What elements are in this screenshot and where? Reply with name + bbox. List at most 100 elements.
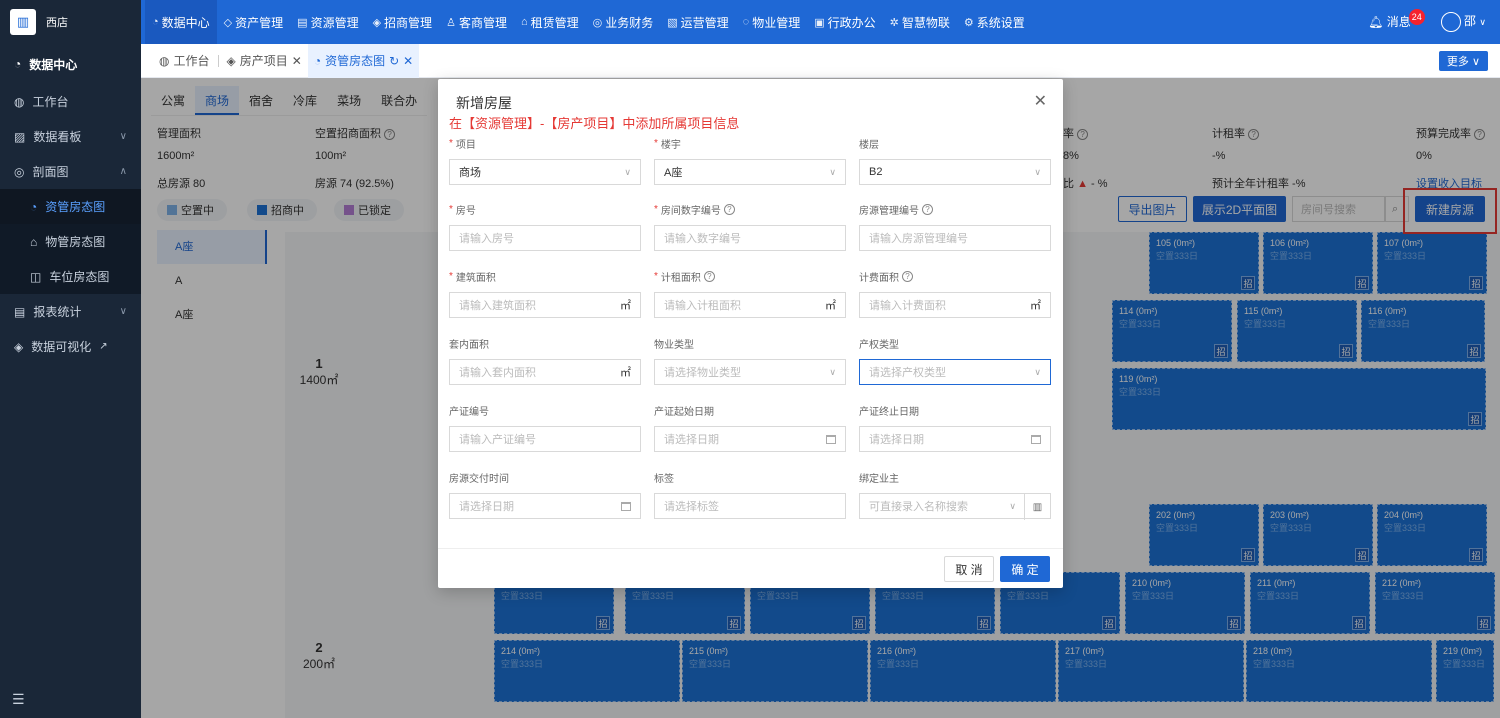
sidebar-item-parking-map[interactable]: ◫ 车位房态图: [0, 259, 141, 294]
more-tabs-button[interactable]: 更多 ∨: [1438, 50, 1488, 71]
nav-item[interactable]: ◔ 数据中心: [145, 0, 217, 44]
delivery-field: 房源交付时间 请选择日期: [449, 469, 641, 519]
inner-area-input[interactable]: 请输入套内面积 ㎡: [449, 359, 641, 385]
parking-icon: ◫: [30, 269, 42, 284]
field-label: 产权类型: [859, 339, 899, 351]
close-icon[interactable]: ✕: [1034, 91, 1047, 111]
sidebar-item-workbench[interactable]: ◍ 工作台: [0, 84, 141, 119]
user-menu[interactable]: 邵 ∨: [1440, 12, 1486, 32]
layers-icon: ◈: [226, 53, 236, 68]
nav-item[interactable]: ⌂ 租赁管理: [514, 0, 586, 44]
inner-area-field: 套内面积 请输入套内面积 ㎡: [449, 335, 641, 385]
help-icon[interactable]: ?: [723, 203, 735, 215]
property-type-field: 物业类型 请选择物业类型 ∨: [654, 335, 846, 385]
sidebar-item-dashboard[interactable]: ▨ 数据看板 ∨: [0, 119, 141, 154]
tab-property-project[interactable]: ◈ 房产项目 ✕: [221, 44, 308, 78]
placeholder: 请输入套内面积: [459, 367, 536, 379]
cert-end-date-picker[interactable]: 请选择日期: [859, 426, 1051, 452]
help-icon[interactable]: ?: [922, 203, 933, 215]
field-label: 计租面积: [660, 272, 701, 284]
close-icon[interactable]: ✕: [403, 54, 413, 68]
cancel-button[interactable]: 取 消: [944, 556, 994, 582]
sidebar-item-visualization[interactable]: ◈ 数据可视化 ↗: [0, 329, 141, 364]
field-label: 套内面积: [449, 339, 489, 351]
workbench-icon: ◍: [14, 94, 25, 109]
project-select[interactable]: 商场 ∨: [449, 159, 641, 185]
nav-label: 运营管理: [680, 15, 729, 30]
collapse-menu-icon[interactable]: ☰: [12, 691, 25, 708]
tags-field: 标签 请选择标签: [654, 469, 846, 519]
unit-suffix: ㎡: [620, 367, 631, 379]
room-digit-input[interactable]: 请输入数字编号: [654, 225, 846, 251]
nav-item[interactable]: ▧ 运营管理: [660, 0, 735, 44]
sidebar-header-data-center[interactable]: ◔ 数据中心: [0, 44, 141, 84]
select-value: B2: [869, 166, 883, 178]
nav-icon: ▤: [297, 16, 308, 29]
nav-icon: ✲: [889, 16, 899, 29]
owner-select[interactable]: 可直接录入名称搜索 ∨ ▥: [859, 493, 1051, 520]
mgmt-no-input[interactable]: 请输入房源管理编号: [859, 225, 1051, 251]
contacts-icon[interactable]: ▥: [1024, 494, 1050, 520]
tab-asset-room-map[interactable]: ◔ 资管房态图 ↻ ✕: [307, 43, 420, 78]
close-icon[interactable]: ✕: [292, 54, 302, 68]
room-no-input[interactable]: 请输入房号: [449, 225, 641, 251]
sidebar-item-section-view[interactable]: ◎ 剖面图 ∧: [0, 154, 141, 189]
sidebar-header-label: 数据中心: [29, 57, 78, 72]
fee-area-input[interactable]: 请输入计费面积 ㎡: [859, 292, 1051, 318]
build-area-input[interactable]: 请输入建筑面积 ㎡: [449, 292, 641, 318]
nav-item[interactable]: ⚙ 系统设置: [957, 0, 1032, 44]
sidebar-item-asset-room-map[interactable]: ◔ 资管房态图: [0, 189, 141, 224]
cert-start-date-picker[interactable]: 请选择日期: [654, 426, 846, 452]
nav-label: 物业管理: [752, 15, 801, 30]
chevron-down-icon: ∨: [119, 306, 127, 317]
title-type-select[interactable]: 请选择产权类型 ∨: [859, 359, 1051, 385]
nav-item[interactable]: ▣ 行政办公: [807, 0, 882, 44]
sidebar-item-reports[interactable]: ▤ 报表统计 ∨: [0, 294, 141, 329]
help-icon[interactable]: ?: [703, 270, 715, 282]
dashboard-icon: ▨: [14, 129, 26, 144]
tab-workbench[interactable]: ◍ 工作台: [153, 44, 216, 78]
cert-no-input[interactable]: 请输入产证编号: [449, 426, 641, 452]
refresh-icon[interactable]: ↻: [389, 54, 399, 68]
dialog-footer-divider: [438, 548, 1063, 549]
delivery-date-picker[interactable]: 请选择日期: [449, 493, 641, 519]
sidebar-item-label: 剖面图: [32, 165, 69, 179]
tags-select[interactable]: 请选择标签: [654, 493, 846, 519]
unit-suffix: ㎡: [1030, 300, 1041, 312]
placeholder: 请输入房号: [459, 233, 514, 245]
app-logo[interactable]: ▥ 西店: [0, 0, 141, 44]
nav-label: 行政办公: [827, 15, 876, 30]
placeholder: 可直接录入名称搜索: [869, 501, 968, 513]
top-nav-menu: ◔ 数据中心 ◇ 资产管理 ▤ 资源管理 ◈ 招商管理 ♙ 客商管理 ⌂ 租赁管理 ◎ 业务财务 ▧ 运营管理…: [141, 0, 1032, 44]
floor-select[interactable]: B2 ∨: [859, 159, 1051, 185]
nav-icon: ◇: [223, 16, 233, 29]
nav-item[interactable]: ◈ 招商管理: [366, 0, 439, 44]
sidebar-item-label: 工作台: [32, 95, 69, 109]
workbench-icon: ◍: [159, 53, 170, 68]
chevron-down-icon: ∨: [624, 166, 631, 177]
confirm-button[interactable]: 确 定: [1000, 556, 1050, 582]
nav-item[interactable]: ▤ 资源管理: [290, 0, 365, 44]
field-label: 房源交付时间: [449, 473, 509, 485]
divider: [217, 54, 219, 67]
sidebar-item-label: 报表统计: [33, 305, 82, 319]
rent-area-input[interactable]: 请输入计租面积 ㎡: [654, 292, 846, 318]
placeholder: 请输入计费面积: [869, 300, 946, 312]
cert-end-field: 产证终止日期 请选择日期: [859, 402, 1051, 452]
property-type-select[interactable]: 请选择物业类型 ∨: [654, 359, 846, 385]
field-label: 产证编号: [449, 406, 489, 418]
nav-item[interactable]: ♙ 客商管理: [439, 0, 514, 44]
nav-item[interactable]: ◎ 业务财务: [586, 0, 661, 44]
messages-button[interactable]: 🔔︎ 消息24: [1368, 9, 1427, 31]
nav-label: 系统设置: [976, 15, 1025, 30]
sidebar-item-property-room-map[interactable]: ⌂ 物管房态图: [0, 224, 141, 259]
placeholder: 请选择物业类型: [664, 367, 741, 379]
help-icon[interactable]: ?: [902, 270, 913, 282]
placeholder: 请输入数字编号: [664, 233, 741, 245]
placeholder: 请输入产证编号: [459, 434, 536, 446]
nav-item[interactable]: ◇ 资产管理: [217, 0, 290, 44]
placeholder: 请输入房源管理编号: [869, 233, 968, 245]
building-select[interactable]: A座 ∨: [654, 159, 846, 185]
nav-item[interactable]: ◌ 物业管理: [736, 0, 808, 44]
nav-item[interactable]: ✲ 智慧物联: [883, 0, 957, 44]
